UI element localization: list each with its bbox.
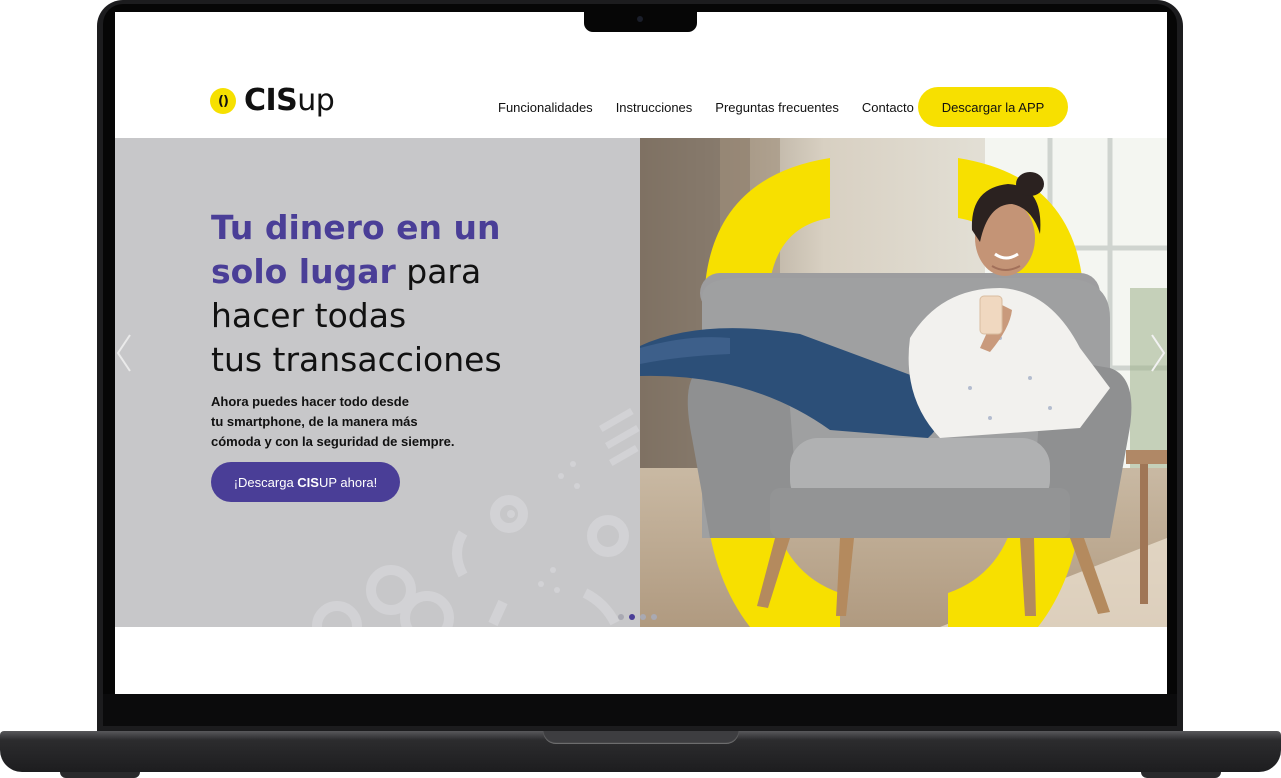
carousel-indicators — [618, 614, 657, 620]
nav-link-funcionalidades[interactable]: Funcionalidades — [498, 100, 593, 115]
carousel-dot-1[interactable] — [618, 614, 624, 620]
chevron-left-icon[interactable] — [115, 333, 135, 373]
hero-subtitle-line-1: Ahora puedes hacer todo desde — [211, 394, 409, 409]
logo-wordmark: CISUP — [244, 83, 335, 118]
main-nav: Funcionalidades Instrucciones Preguntas … — [498, 100, 914, 115]
hero-subtitle-line-2: tu smartphone, de la manera más — [211, 414, 418, 429]
hero-image-panel — [640, 138, 1167, 627]
nav-link-preguntas-frecuentes[interactable]: Preguntas frecuentes — [715, 100, 839, 115]
cta-suffix: UP ahora! — [318, 474, 378, 490]
hero-subtitle-line-3: cómoda y con la seguridad de siempre. — [211, 434, 455, 449]
cisup-logo-icon: () — [210, 88, 236, 114]
hero-text-panel: Tu dinero en un solo lugar para hacer to… — [115, 138, 640, 627]
laptop-thumb-notch — [543, 731, 739, 744]
chevron-right-icon[interactable] — [1147, 333, 1167, 373]
laptop-foot-left — [60, 772, 140, 778]
cta-prefix: ¡Descarga — [233, 474, 298, 490]
camera-icon — [637, 16, 643, 22]
carousel-dot-3[interactable] — [640, 614, 646, 620]
logo-wordmark-bold: CIS — [244, 83, 298, 118]
laptop-chin — [103, 694, 1177, 726]
carousel-dot-2[interactable] — [629, 614, 635, 620]
hero-title-rest-2: hacer todas — [211, 296, 407, 335]
hero-title-highlight-2: solo lugar — [211, 252, 396, 291]
logo-wordmark-light: UP — [297, 83, 335, 118]
nav-link-instrucciones[interactable]: Instrucciones — [616, 100, 693, 115]
cta-bold: CIS — [297, 474, 319, 490]
download-app-button[interactable]: Descargar la APP — [918, 87, 1068, 127]
camera-notch — [584, 12, 697, 32]
cisup-logo[interactable]: () CISUP — [210, 83, 335, 118]
download-cisup-button[interactable]: ¡Descarga CIS UP ahora! — [211, 462, 400, 502]
hero-photo — [640, 138, 1167, 627]
hero-title-highlight-1: Tu dinero en un — [211, 208, 501, 247]
hero-subtitle: Ahora puedes hacer todo desde tu smartph… — [211, 392, 471, 452]
laptop-screen: () CISUP Funcionalidades Instrucciones P… — [115, 12, 1167, 694]
carousel-dot-4[interactable] — [651, 614, 657, 620]
hero-carousel: Tu dinero en un solo lugar para hacer to… — [115, 138, 1167, 627]
hero-title-rest-3: tus transacciones — [211, 340, 502, 379]
hero-title-rest-1: para — [395, 252, 482, 291]
hero-title: Tu dinero en un solo lugar para hacer to… — [211, 206, 611, 382]
laptop-base — [0, 731, 1281, 772]
nav-link-contacto[interactable]: Contacto — [862, 100, 914, 115]
laptop-foot-right — [1141, 772, 1221, 778]
